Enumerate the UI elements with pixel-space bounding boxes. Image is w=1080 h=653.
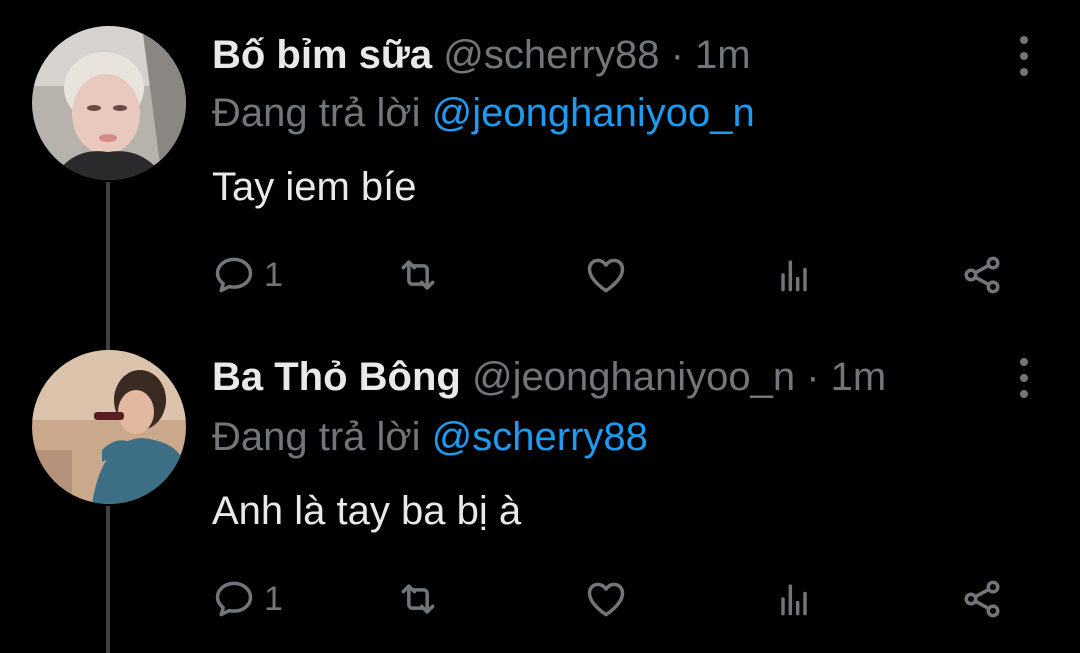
stats-icon <box>781 260 807 292</box>
like-icon <box>587 582 625 617</box>
share-button[interactable] <box>960 574 1004 624</box>
like-button[interactable] <box>584 250 628 300</box>
reply-button[interactable]: 1 <box>212 574 283 624</box>
like-icon <box>587 258 625 293</box>
reply-mention-link[interactable]: @scherry88 <box>432 415 648 459</box>
reply-count: 1 <box>264 256 283 294</box>
separator-dot: · <box>670 33 696 77</box>
user-handle[interactable]: @scherry88 <box>443 33 659 77</box>
display-name[interactable]: Ba Thỏ Bông <box>212 355 461 399</box>
retweet-icon <box>401 260 435 290</box>
like-button[interactable] <box>584 574 628 624</box>
avatar[interactable] <box>32 26 186 180</box>
share-icon <box>964 580 1000 618</box>
reply-prefix: Đang trả lời <box>212 91 421 135</box>
reply-prefix: Đang trả lời <box>212 415 421 459</box>
timestamp[interactable]: 1m <box>695 33 751 77</box>
retweet-icon <box>401 584 435 614</box>
stats-icon <box>781 584 807 616</box>
stats-button[interactable] <box>772 250 816 300</box>
tweet-text: Anh là tay ba bị à <box>212 489 522 533</box>
reply-icon <box>215 581 253 617</box>
reply-count: 1 <box>264 580 283 618</box>
more-vertical-icon[interactable] <box>1018 36 1030 76</box>
reply-icon <box>215 257 253 293</box>
tweet[interactable]: Bố bỉm sữa @scherry88 · 1m Đang trả lời … <box>0 0 1080 330</box>
avatar[interactable] <box>32 350 186 504</box>
user-handle[interactable]: @jeonghaniyoo_n <box>472 355 795 399</box>
display-name[interactable]: Bố bỉm sữa <box>212 33 432 77</box>
thread-line <box>106 506 110 653</box>
retweet-button[interactable] <box>396 574 440 624</box>
action-bar: 1 <box>212 250 1012 300</box>
tweet-header: Bố bỉm sữa @scherry88 · 1m <box>212 30 1080 80</box>
retweet-button[interactable] <box>396 250 440 300</box>
action-bar: 1 <box>212 574 1012 624</box>
stats-button[interactable] <box>772 574 816 624</box>
share-icon <box>964 256 1000 294</box>
tweet-text: Tay iem bíe <box>212 165 417 209</box>
tweet[interactable]: Ba Thỏ Bông @jeonghaniyoo_n · 1m Đang tr… <box>0 330 1080 653</box>
timestamp[interactable]: 1m <box>831 355 887 399</box>
reply-context: Đang trả lời @scherry88 <box>212 412 648 462</box>
more-vertical-icon[interactable] <box>1018 358 1030 398</box>
separator-dot: · <box>806 355 831 399</box>
tweet-header: Ba Thỏ Bông @jeonghaniyoo_n · 1m <box>212 352 1080 402</box>
reply-button[interactable]: 1 <box>212 250 283 300</box>
reply-context: Đang trả lời @jeonghaniyoo_n <box>212 88 755 138</box>
thread-line <box>106 182 110 350</box>
reply-mention-link[interactable]: @jeonghaniyoo_n <box>432 91 755 135</box>
share-button[interactable] <box>960 250 1004 300</box>
